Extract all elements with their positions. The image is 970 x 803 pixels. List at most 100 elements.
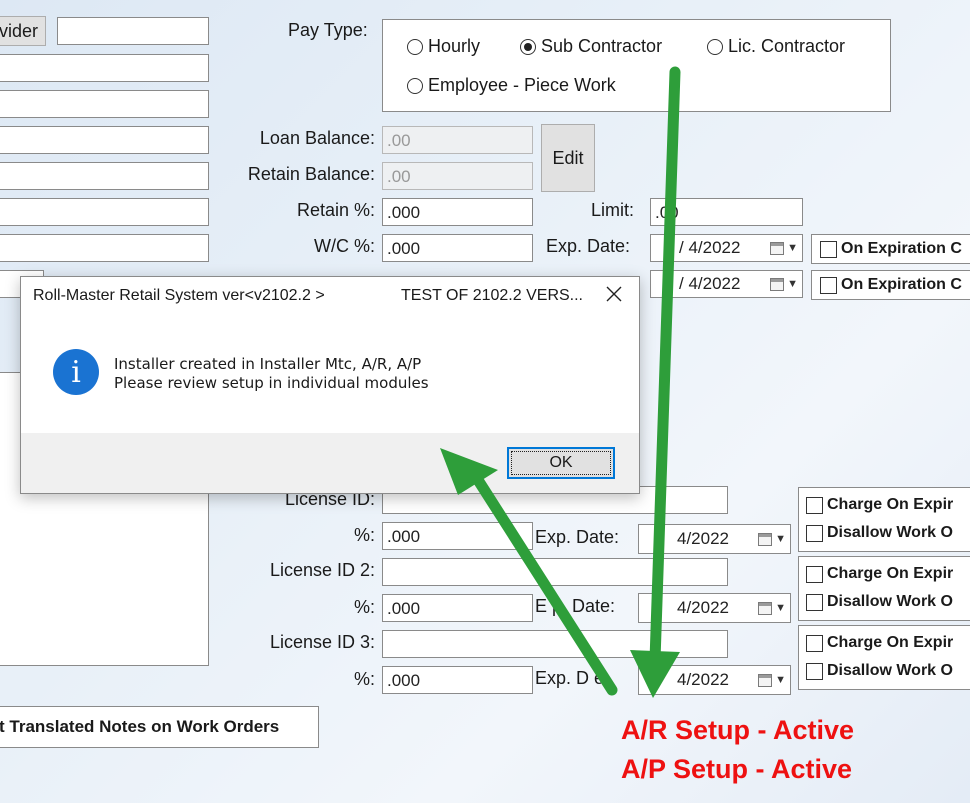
calendar-icon[interactable] [770,277,785,291]
left-field-3[interactable] [0,126,209,154]
disallow-work-3[interactable]: Disallow Work O [806,662,953,680]
retain-pct-label: Retain %: [296,200,375,220]
limit-label: Limit: [591,200,635,220]
radio-lic-contractor[interactable]: Lic. Contractor [707,36,845,57]
radio-hourly-circle[interactable] [407,38,423,55]
provider-button[interactable]: vider [0,16,46,46]
license-exp-date-3-value: 4/2022 [677,670,729,689]
left-field-6[interactable] [0,234,209,262]
calendar-icon[interactable] [758,601,773,615]
charge-on-expiry-2-label: Charge On Expir [827,565,954,582]
radio-hourly[interactable]: Hourly [407,36,480,57]
loan-balance-field: .00 [382,126,533,154]
limit-field[interactable]: .00 [650,198,803,226]
retain-pct-field[interactable]: .000 [382,198,533,226]
radio-sub-contractor-label: Sub Contractor [541,36,663,56]
license-pct-2-label: %: [353,597,375,617]
loan-balance-label: Loan Balance: [259,128,375,148]
on-expiration-checkbox-2-label: On Expiration C [841,276,962,293]
license-exp-date-1-field[interactable]: 4/2022 ▼ [638,524,791,554]
pay-type-group [382,19,891,112]
ap-setup-annotation: A/P Setup - Active [621,754,853,784]
disallow-work-1-box[interactable] [806,524,823,542]
disallow-work-3-label: Disallow Work O [827,662,953,679]
left-field-2[interactable] [0,90,209,118]
info-icon: i [53,349,99,395]
license-exp-date-3-field[interactable]: 4/2022 ▼ [638,665,791,695]
edit-button-label: Edit [552,147,584,168]
charge-on-expiry-1[interactable]: Charge On Expir [806,496,953,514]
charge-on-expiry-1-box[interactable] [806,496,823,514]
edit-button[interactable]: Edit [541,124,595,192]
charge-on-expiry-1-label: Charge On Expir [827,496,954,513]
wc-exp-date-label: Exp. Date: [546,236,631,256]
license-exp-date-1-value: 4/2022 [677,529,729,548]
info-dialog: Roll-Master Retail System ver<v2102.2 > … [20,276,640,494]
license-id-3-label: License ID 3: [269,632,375,652]
dialog-title-right: TEST OF 2102.2 VERS... [401,287,583,304]
chevron-down-icon[interactable]: ▼ [787,242,798,254]
wc-exp-date-field[interactable]: / 4/2022 ▼ [650,234,803,262]
on-expiration-checkbox-2[interactable]: On Expiration C [820,276,962,294]
license-exp-date-1-label: Exp. Date: [535,527,620,547]
pay-type-label: Pay Type: [288,20,368,40]
chevron-down-icon[interactable]: ▼ [775,674,786,686]
radio-employee-piece-work[interactable]: Employee - Piece Work [407,75,616,96]
ok-button-label: OK [549,454,573,471]
radio-employee-piece-work-label: Employee - Piece Work [428,75,616,95]
radio-sub-contractor[interactable]: Sub Contractor [520,36,662,57]
chevron-down-icon[interactable]: ▼ [775,533,786,545]
ar-setup-annotation: A/R Setup - Active [621,715,855,745]
ok-button[interactable]: OK [507,447,615,479]
calendar-icon[interactable] [758,673,773,687]
wc-pct-field[interactable]: .000 [382,234,533,262]
left-field-5[interactable] [0,198,209,226]
license-exp-date-3-label: Exp. D e: [535,668,610,688]
calendar-icon[interactable] [758,532,773,546]
charge-on-expiry-3-label: Charge On Expir [827,634,954,651]
provider-button-label: vider [0,20,39,41]
disallow-work-2[interactable]: Disallow Work O [806,593,953,611]
charge-on-expiry-3[interactable]: Charge On Expir [806,634,953,652]
radio-employee-piece-work-circle[interactable] [407,77,423,94]
on-expiration-checkbox-1[interactable]: On Expiration C [820,240,962,258]
charge-on-expiry-2[interactable]: Charge On Expir [806,565,953,583]
license-exp-date-2-label: E p. Date: [535,596,616,616]
row2-exp-date-field[interactable]: / 4/2022 ▼ [650,270,803,298]
on-expiration-checkbox-1-box[interactable] [820,240,837,258]
chevron-down-icon[interactable]: ▼ [775,602,786,614]
radio-lic-contractor-label: Lic. Contractor [728,36,846,56]
radio-lic-contractor-circle[interactable] [707,38,723,55]
license-id-2-field[interactable] [382,558,728,586]
wc-pct-label: W/C %: [314,236,375,256]
disallow-work-1[interactable]: Disallow Work O [806,524,953,542]
charge-on-expiry-2-box[interactable] [806,565,823,583]
on-expiration-checkbox-2-box[interactable] [820,276,837,294]
translated-notes-button[interactable]: t Translated Notes on Work Orders [0,706,319,748]
provider-field[interactable] [57,17,209,45]
left-field-4[interactable] [0,162,209,190]
license-pct-3-field[interactable]: .000 [382,666,533,694]
left-field-1[interactable] [0,54,209,82]
chevron-down-icon[interactable]: ▼ [787,278,798,290]
dialog-message-line2: Please review setup in individual module… [114,374,429,392]
retain-balance-field: .00 [382,162,533,190]
license-exp-date-2-field[interactable]: 4/2022 ▼ [638,593,791,623]
close-icon[interactable] [603,283,625,305]
on-expiration-checkbox-1-label: On Expiration C [841,240,962,257]
license-pct-3-label: %: [353,669,375,689]
license-pct-1-label: %: [353,525,375,545]
calendar-icon[interactable] [770,241,785,255]
license-exp-date-2-value: 4/2022 [677,598,729,617]
license-pct-1-field[interactable]: .000 [382,522,533,550]
dialog-message-line1: Installer created in Installer Mtc, A/R,… [114,355,422,373]
license-pct-2-field[interactable]: .000 [382,594,533,622]
license-id-3-field[interactable] [382,630,728,658]
disallow-work-2-label: Disallow Work O [827,593,953,610]
disallow-work-3-box[interactable] [806,662,823,680]
charge-on-expiry-3-box[interactable] [806,634,823,652]
disallow-work-1-label: Disallow Work O [827,524,953,541]
disallow-work-2-box[interactable] [806,593,823,611]
radio-sub-contractor-circle[interactable] [520,38,536,55]
row2-exp-date-value: / 4/2022 [679,274,741,293]
